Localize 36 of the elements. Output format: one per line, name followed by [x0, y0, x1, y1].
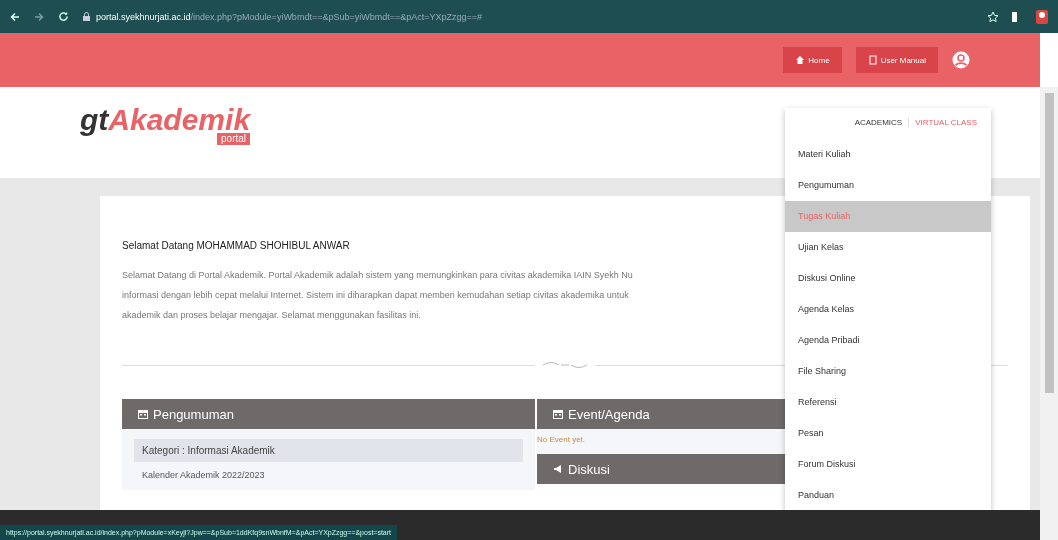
document-icon	[867, 55, 878, 65]
megaphone-icon	[553, 464, 563, 474]
welcome-title: Selamat Datang MOHAMMAD SHOHIBUL ANWAR	[122, 240, 350, 251]
nav-link[interactable]: ACADEMICS	[848, 118, 909, 127]
lock-icon	[83, 12, 90, 21]
menu-item[interactable]: Materi Kuliah	[785, 139, 991, 170]
forward-icon[interactable]	[34, 11, 44, 22]
logo[interactable]: gtAkademik portal	[80, 105, 251, 145]
menu-item[interactable]: Agenda Pribadi	[785, 325, 991, 356]
category-label: Kategori : Informasi Akademik	[134, 439, 523, 462]
scrollbar[interactable]	[1040, 87, 1058, 540]
ornament-icon	[543, 361, 587, 369]
welcome-text: Selamat Datang di Portal Akademik. Portal Akademik adalah sistem yang memungkinkan para civitas akademika IAIN Syekh Nu	[122, 269, 633, 282]
header-button[interactable]: User Manual	[855, 47, 938, 73]
header-button[interactable]: Home	[783, 47, 842, 73]
star-icon[interactable]	[988, 11, 998, 22]
panel-header: Pengumuman	[122, 399, 535, 429]
menu-item[interactable]: Referensi	[785, 387, 991, 418]
welcome-text: akademik dan proses belajar mengajar. Selamat menggunakan fasilitas ini.	[122, 309, 421, 322]
home-icon	[795, 55, 806, 65]
menu-item[interactable]: Ujian Kelas	[785, 232, 991, 263]
calendar-icon	[553, 409, 563, 419]
calendar-icon	[138, 409, 148, 419]
menu-item[interactable]: Pesan	[785, 418, 991, 449]
welcome-text: informasi dengan lebih cepat melalui Internet. Sistem ini diharapkan dapat memberi kemudahan setiap civitas akademika untuk	[122, 289, 629, 302]
user-icon[interactable]	[952, 51, 970, 69]
back-icon[interactable]	[10, 11, 20, 22]
menu-item[interactable]: Pengumuman	[785, 170, 991, 201]
nav-link[interactable]: VIRTUAL CLASS	[908, 118, 983, 127]
menu-item[interactable]: Panduan	[785, 480, 991, 511]
menu-item[interactable]: Agenda Kelas	[785, 294, 991, 325]
menu-item[interactable]: File Sharing	[785, 356, 991, 387]
reload-icon[interactable]	[58, 11, 69, 22]
menu-item[interactable]: Diskusi Online	[785, 263, 991, 294]
menu-item[interactable]: Forum Diskusi	[785, 449, 991, 480]
announcement-title[interactable]: Kalender Akademik 2022/2023	[134, 462, 523, 480]
